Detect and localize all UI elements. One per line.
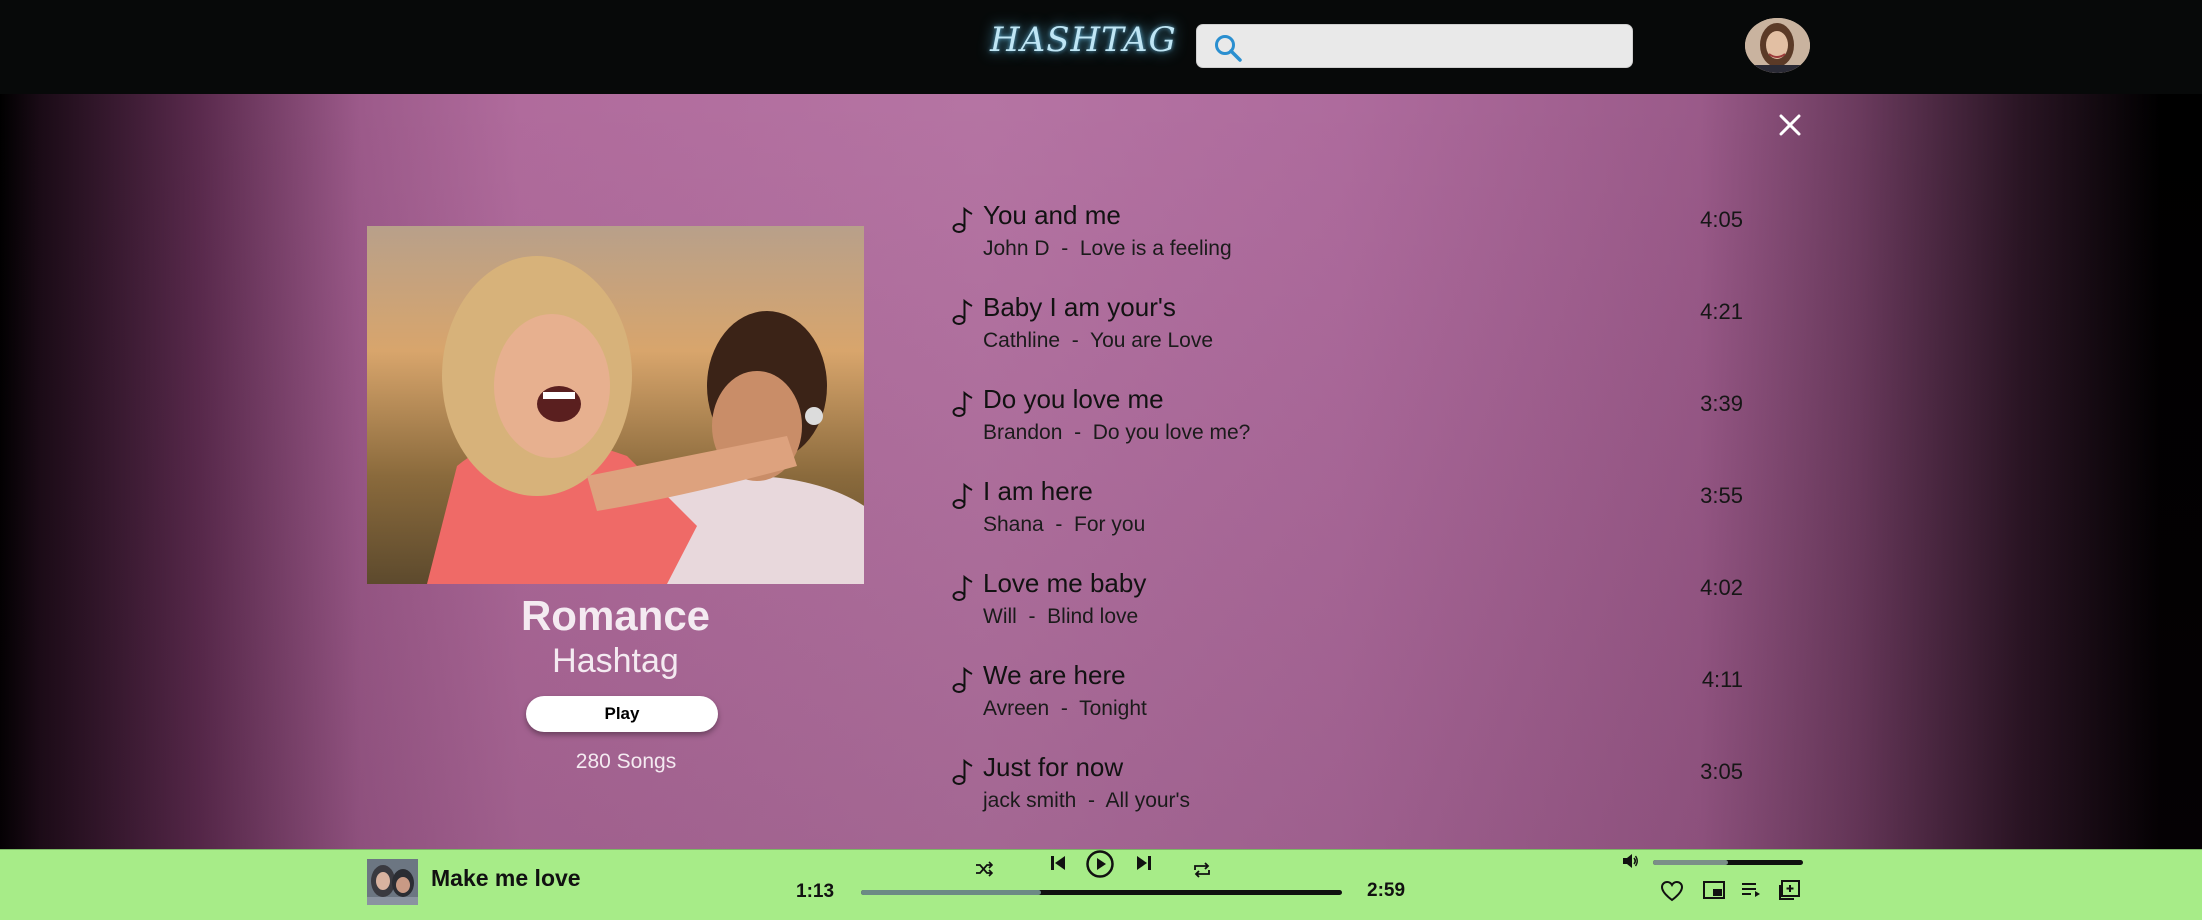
search-icon[interactable] (1213, 33, 1243, 63)
track-title: I am here (983, 476, 1093, 506)
album-subtitle: Hashtag (552, 642, 679, 680)
music-note-icon (952, 758, 973, 785)
track-duration: 4:21 (1700, 299, 1743, 324)
track-row[interactable]: You and me John D - Love is a feeling 4:05 (952, 200, 1752, 298)
now-playing-title: Make me love (431, 865, 581, 891)
track-title: Just for now (983, 752, 1124, 782)
track-artist-album: Brandon - Do you love me? (983, 421, 1251, 444)
close-icon[interactable] (1774, 109, 1806, 141)
add-to-playlist-icon[interactable] (1779, 880, 1801, 900)
track-list: You and me John D - Love is a feeling 4:05… (952, 200, 1752, 850)
track-artist-album: Cathline - You are Love (983, 329, 1213, 352)
play-pause-icon[interactable] (1085, 849, 1115, 879)
avatar-image (1745, 18, 1810, 73)
music-note-icon (952, 390, 973, 417)
track-artist-album: Shana - For you (983, 513, 1146, 536)
album-panel: Romance Hashtag Play 280 Songs You and m… (0, 94, 2202, 849)
volume-icon[interactable] (1621, 852, 1639, 870)
track-duration: 3:55 (1700, 483, 1743, 508)
previous-icon[interactable] (1049, 854, 1067, 872)
user-avatar[interactable] (1745, 18, 1810, 73)
music-note-icon (952, 206, 973, 233)
now-playing-thumbnail[interactable] (367, 859, 418, 905)
queue-icon[interactable] (1741, 881, 1763, 899)
seek-bar[interactable] (861, 890, 1342, 895)
track-artist-album: Will - Blind love (983, 605, 1139, 628)
track-row[interactable]: Love me baby Will - Blind love 4:02 (952, 568, 1752, 666)
search-bar[interactable] (1196, 24, 1633, 68)
search-input[interactable] (1253, 31, 1623, 63)
next-icon[interactable] (1135, 854, 1153, 872)
album-cover (367, 226, 864, 584)
track-artist-album: Avreen - Tonight (983, 697, 1147, 720)
mini-player-icon[interactable] (1703, 881, 1725, 899)
track-artist-album: John D - Love is a feeling (983, 237, 1232, 260)
track-title: Baby I am your's (983, 292, 1176, 322)
track-row[interactable]: I am here Shana - For you 3:55 (952, 476, 1752, 574)
track-duration: 3:05 (1700, 759, 1743, 784)
album-title: Romance (520, 592, 711, 639)
track-row[interactable]: Baby I am your's Cathline - You are Love 4… (952, 292, 1752, 390)
seek-progress (861, 890, 1042, 895)
heart-icon[interactable] (1660, 880, 1684, 902)
track-row[interactable]: Do you love me Brandon - Do you love me? 3… (952, 384, 1752, 482)
track-artist-album: jack smith - All your's (983, 789, 1191, 812)
track-duration: 4:05 (1700, 207, 1743, 232)
track-title: Love me baby (983, 568, 1147, 598)
track-title: You and me (983, 200, 1121, 230)
top-bar: HASHTAG (0, 0, 2202, 94)
repeat-icon[interactable] (1192, 861, 1212, 879)
play-button[interactable]: Play (526, 696, 718, 732)
player-bar: Make me love 1:13 2:59 (0, 849, 2202, 920)
shuffle-icon[interactable] (975, 861, 993, 877)
volume-slider[interactable] (1653, 860, 1803, 865)
app-logo[interactable]: HASHTAG (990, 20, 1177, 60)
music-note-icon (952, 666, 973, 693)
track-row[interactable]: We are here Avreen - Tonight 4:11 (952, 660, 1752, 758)
music-note-icon (952, 482, 973, 509)
track-title: We are here (983, 660, 1126, 690)
volume-level (1653, 860, 1728, 865)
track-duration: 3:39 (1700, 391, 1743, 416)
track-title: Do you love me (983, 384, 1164, 414)
track-duration: 4:02 (1700, 575, 1743, 600)
current-time: 1:13 (796, 881, 835, 902)
song-count: 280 Songs (575, 750, 677, 773)
total-time: 2:59 (1367, 880, 1406, 901)
music-note-icon (952, 574, 973, 601)
track-row[interactable]: Just for now jack smith - All your's 3:05 (952, 752, 1752, 850)
music-note-icon (952, 298, 973, 325)
track-duration: 4:11 (1701, 667, 1743, 692)
